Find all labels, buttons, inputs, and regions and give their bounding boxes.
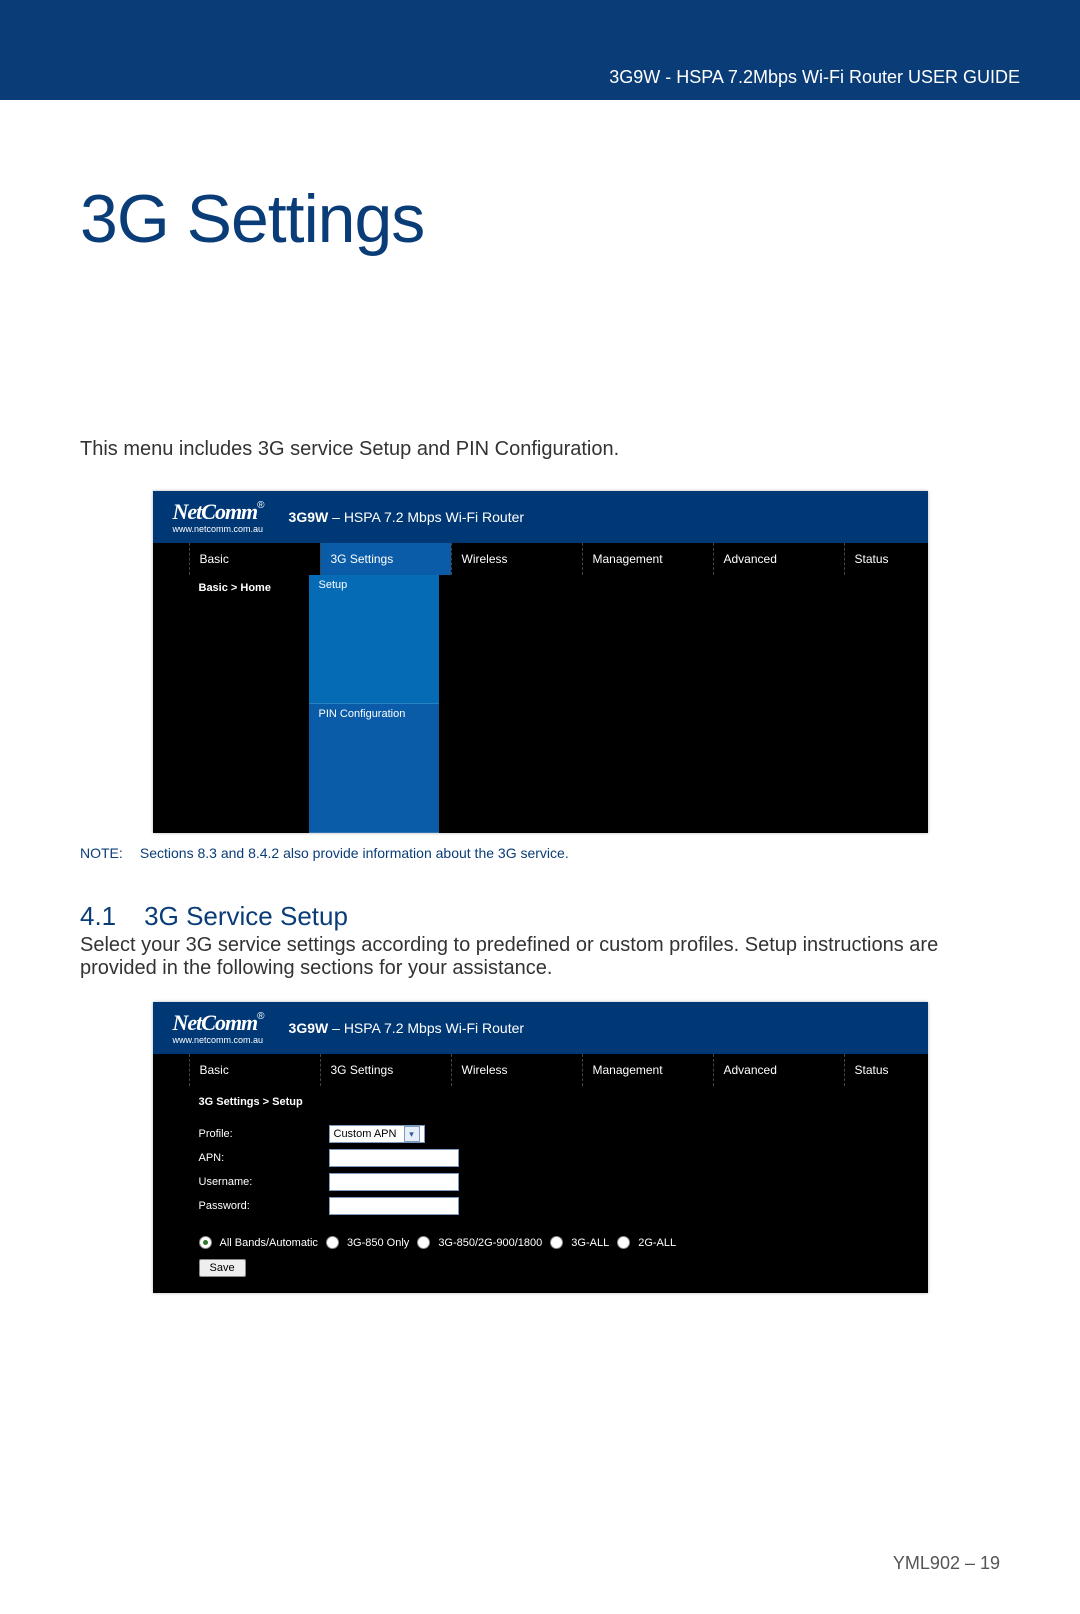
- radio-label-3g-850: 3G-850 Only: [347, 1237, 409, 1249]
- label-password: Password:: [199, 1200, 329, 1212]
- screenshot-1: NetComm® www.netcomm.com.au 3G9W – HSPA …: [153, 491, 928, 833]
- radio-3g-all[interactable]: [550, 1236, 563, 1249]
- select-profile-value: Custom APN: [334, 1128, 397, 1140]
- router-model-2: 3G9W: [289, 1020, 329, 1036]
- netcomm-logo-2: NetComm® www.netcomm.com.au: [173, 1012, 265, 1045]
- breadcrumb-basic-home: Basic > Home: [153, 575, 309, 833]
- select-profile[interactable]: Custom APN ▾: [329, 1125, 425, 1143]
- top-blue-band: 3G9W - HSPA 7.2Mbps Wi-Fi Router USER GU…: [0, 0, 1080, 100]
- row-profile: Profile: Custom APN ▾: [199, 1122, 928, 1146]
- section-body: Select your 3G service settings accordin…: [80, 934, 1000, 980]
- row-username: Username:: [199, 1170, 928, 1194]
- nav-row: Basic 3G Settings Wireless Management Ad…: [153, 543, 928, 575]
- input-password[interactable]: [329, 1197, 459, 1215]
- note-label: NOTE:: [80, 845, 136, 861]
- nav2-advanced[interactable]: Advanced: [713, 1054, 844, 1086]
- label-profile: Profile:: [199, 1128, 329, 1140]
- logo-url-2: www.netcomm.com.au: [173, 1036, 265, 1045]
- nav2-3g-settings[interactable]: 3G Settings: [320, 1054, 451, 1086]
- nav-row-2: Basic 3G Settings Wireless Management Ad…: [153, 1054, 928, 1086]
- note-text: Sections 8.3 and 8.4.2 also provide info…: [140, 845, 569, 861]
- nav2-wireless[interactable]: Wireless: [451, 1054, 582, 1086]
- router-desc-2: HSPA 7.2 Mbps Wi-Fi Router: [344, 1020, 524, 1036]
- router-dash-2: –: [328, 1020, 344, 1036]
- breadcrumb-3g-setup: 3G Settings > Setup: [199, 1096, 928, 1108]
- logo-url: www.netcomm.com.au: [173, 525, 265, 534]
- save-button[interactable]: Save: [199, 1259, 246, 1277]
- nav2-status[interactable]: Status: [844, 1054, 975, 1086]
- radio-3g850-2g[interactable]: [417, 1236, 430, 1249]
- label-username: Username:: [199, 1176, 329, 1188]
- radio-label-all-bands: All Bands/Automatic: [220, 1237, 318, 1249]
- screenshot-2: NetComm® www.netcomm.com.au 3G9W – HSPA …: [153, 1002, 928, 1293]
- router-model-label: 3G9W – HSPA 7.2 Mbps Wi-Fi Router: [289, 509, 525, 525]
- input-username[interactable]: [329, 1173, 459, 1191]
- radio-2g-all[interactable]: [617, 1236, 630, 1249]
- nav-3g-settings[interactable]: 3G Settings: [320, 543, 451, 575]
- router-desc: HSPA 7.2 Mbps Wi-Fi Router: [344, 509, 524, 525]
- radio-label-2g-all: 2G-ALL: [638, 1237, 676, 1249]
- nav-wireless[interactable]: Wireless: [451, 543, 582, 575]
- nav2-management[interactable]: Management: [582, 1054, 713, 1086]
- nav-basic[interactable]: Basic: [189, 543, 320, 575]
- document-title: 3G9W - HSPA 7.2Mbps Wi-Fi Router USER GU…: [609, 67, 1020, 88]
- nav2-basic[interactable]: Basic: [189, 1054, 320, 1086]
- nav-advanced[interactable]: Advanced: [713, 543, 844, 575]
- submenu-pin-configuration[interactable]: PIN Configuration: [309, 704, 439, 833]
- submenu-setup[interactable]: Setup: [309, 575, 439, 704]
- nav-spacer: [153, 543, 189, 575]
- radio-all-bands[interactable]: [199, 1236, 212, 1249]
- nav-management[interactable]: Management: [582, 543, 713, 575]
- note-line: NOTE: Sections 8.3 and 8.4.2 also provid…: [80, 845, 1000, 861]
- router-dash: –: [328, 509, 344, 525]
- setup-form-body: 3G Settings > Setup Profile: Custom APN …: [153, 1086, 928, 1293]
- radio-3g-850[interactable]: [326, 1236, 339, 1249]
- input-apn[interactable]: [329, 1149, 459, 1167]
- page-content: 3G Settings This menu includes 3G servic…: [0, 100, 1080, 1614]
- row-password: Password:: [199, 1194, 928, 1218]
- logo-brand-2: NetComm: [173, 1010, 258, 1035]
- nav-spacer-2: [153, 1054, 189, 1086]
- breadcrumb-row-1: Basic > Home Setup PIN Configuration: [153, 575, 928, 833]
- logo-brand: NetComm: [173, 499, 258, 524]
- router-header-2: NetComm® www.netcomm.com.au 3G9W – HSPA …: [153, 1002, 928, 1054]
- router-header: NetComm® www.netcomm.com.au 3G9W – HSPA …: [153, 491, 928, 543]
- section-number: 4.1: [80, 901, 116, 931]
- band-radio-group: All Bands/Automatic 3G-850 Only 3G-850/2…: [199, 1236, 928, 1249]
- section-title: 3G Service Setup: [144, 901, 348, 931]
- row-apn: APN:: [199, 1146, 928, 1170]
- label-apn: APN:: [199, 1152, 329, 1164]
- section-heading: 4.1 3G Service Setup: [80, 901, 1000, 932]
- intro-text: This menu includes 3G service Setup and …: [80, 438, 1000, 461]
- page-footer: YML902 – 19: [80, 1553, 1000, 1574]
- logo-reg-mark: ®: [257, 500, 264, 511]
- radio-label-3g-all: 3G-ALL: [571, 1237, 609, 1249]
- router-model-label-2: 3G9W – HSPA 7.2 Mbps Wi-Fi Router: [289, 1020, 525, 1036]
- netcomm-logo: NetComm® www.netcomm.com.au: [173, 501, 265, 534]
- radio-dot-icon: [203, 1240, 208, 1245]
- logo-reg-mark-2: ®: [257, 1011, 264, 1022]
- chevron-down-icon: ▾: [404, 1126, 420, 1142]
- chapter-title: 3G Settings: [80, 180, 1000, 258]
- router-model: 3G9W: [289, 509, 329, 525]
- nav-status[interactable]: Status: [844, 543, 975, 575]
- radio-label-3g850-2g: 3G-850/2G-900/1800: [438, 1237, 542, 1249]
